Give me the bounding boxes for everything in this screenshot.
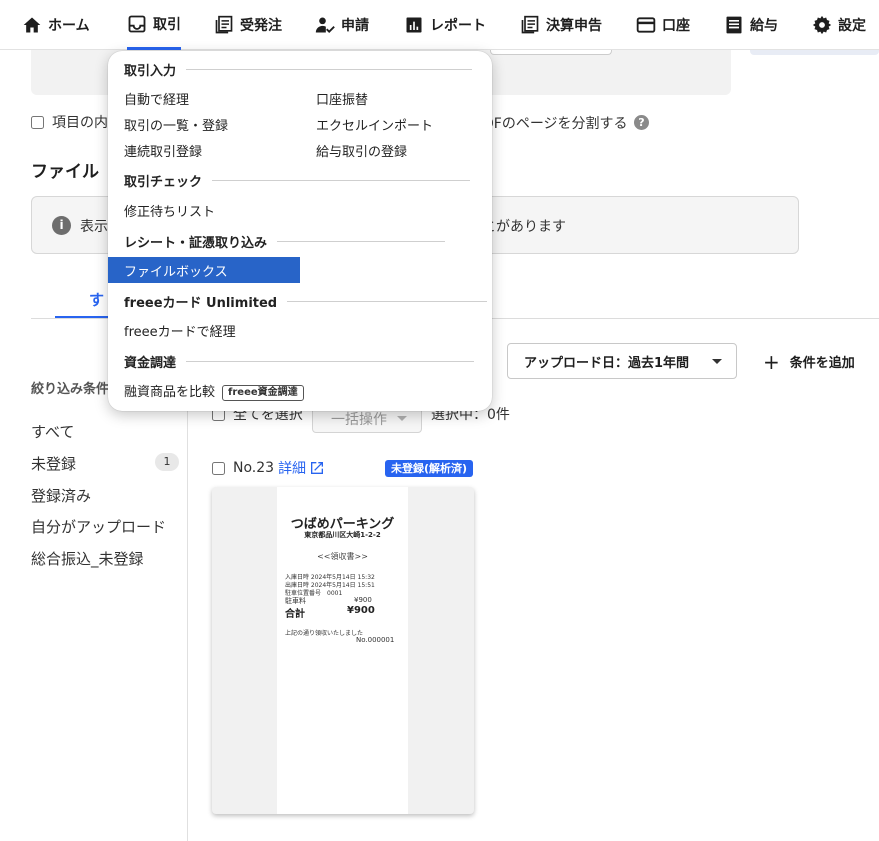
documents-icon	[520, 15, 540, 35]
file-item-header: No.23 詳細	[212, 458, 325, 478]
page-title: ファイル	[31, 162, 99, 182]
menu-section-title: 取引チェック	[124, 175, 203, 190]
nav-home-label: ホーム	[48, 18, 90, 34]
home-icon	[22, 15, 42, 35]
menu-section-deal-check: 取引チェック	[124, 171, 471, 190]
bulk-action-label: 一括操作	[331, 412, 387, 428]
nav-reports-label: レポート	[430, 18, 486, 34]
sidebar-item-my-uploads[interactable]: 自分がアップロード	[31, 516, 166, 537]
divider	[186, 361, 475, 362]
sidebar-item-all[interactable]: すべて	[31, 421, 74, 442]
receipt-address: 東京都品川区大崎1-2-2	[304, 531, 381, 539]
menu-section-deal-input: 取引入力	[124, 60, 473, 79]
upload-date-filter[interactable]: アップロード日：過去1年間	[507, 343, 737, 379]
divider	[277, 241, 446, 242]
inbox-icon	[127, 14, 147, 34]
nav-deals-label: 取引	[153, 16, 181, 33]
menu-section-title: freeeカード Unlimited	[124, 296, 278, 311]
nav-closing[interactable]: 決算申告	[520, 0, 602, 50]
receipt-fee-value: ¥900	[354, 596, 372, 604]
deals-dropdown-menu: 取引入力 自動で経理 口座振替 取引の一覧・登録 エクセルインポート 連続取引登…	[108, 51, 492, 411]
menu-item-freee-card-bookkeeping[interactable]: freeeカードで経理	[124, 321, 236, 340]
top-navigation: ホーム 取引 受発注 申請 レポート 決算申告 口座 給与 設定	[0, 0, 879, 50]
nav-requests[interactable]: 申請	[315, 0, 369, 50]
nav-payroll[interactable]: 給与	[724, 0, 778, 50]
menu-item-file-box[interactable]: ファイルボックス	[108, 257, 300, 283]
sidebar-item-registered[interactable]: 登録済み	[31, 485, 91, 506]
filter-label: 絞り込み条件	[31, 382, 108, 397]
nav-settings[interactable]: 設定	[812, 0, 866, 50]
nav-closing-label: 決算申告	[546, 18, 602, 34]
menu-item-compare-loans-label: 融資商品を比較	[124, 385, 216, 400]
receipt-number: No.000001	[356, 636, 395, 644]
nav-requests-label: 申請	[341, 18, 369, 34]
chevron-down-icon	[397, 416, 407, 421]
menu-item-fix-waiting-list[interactable]: 修正待ちリスト	[124, 201, 215, 220]
receipt-total-label: 合計	[285, 609, 305, 620]
split-pages-checkbox[interactable]	[31, 115, 44, 129]
documents-icon	[214, 15, 234, 35]
nav-accounts-label: 口座	[662, 18, 690, 34]
chevron-down-icon	[712, 359, 722, 364]
receipt-kind: <<領収書>>	[317, 552, 368, 561]
menu-section-financing: 資金調達	[124, 352, 475, 371]
menu-item-compare-loans[interactable]: 融資商品を比較 freee資金調達	[124, 381, 304, 401]
nav-payroll-label: 給与	[750, 18, 778, 34]
split-pages-label: 項目の内	[52, 115, 108, 131]
plus-icon: +	[763, 349, 780, 374]
divider	[287, 301, 488, 302]
add-condition-button[interactable]: + 条件を追加	[763, 349, 855, 374]
menu-item-excel-import[interactable]: エクセルインポート	[316, 115, 433, 134]
menu-item-account-transfer[interactable]: 口座振替	[316, 89, 368, 108]
file-detail-link[interactable]: 詳細	[278, 458, 306, 478]
menu-item-auto-bookkeeping[interactable]: 自動で経理	[124, 89, 189, 108]
menu-section-title: 取引入力	[124, 64, 177, 79]
receipt-thumbnail[interactable]: つばめパーキング 東京都品川区大崎1-2-2 <<領収書>> 入庫日時 2024…	[212, 487, 474, 814]
payslip-icon	[724, 15, 744, 35]
freee-financing-badge: freee資金調達	[222, 385, 304, 401]
divider	[186, 69, 473, 70]
upload-field-edge	[490, 50, 612, 55]
divider	[212, 180, 471, 181]
nav-settings-label: 設定	[838, 18, 866, 34]
external-link-icon[interactable]	[309, 460, 325, 476]
receipt-image: つばめパーキング 東京都品川区大崎1-2-2 <<領収書>> 入庫日時 2024…	[277, 487, 408, 814]
split-pages-label-tail: DFのページを分割する	[483, 116, 628, 132]
status-badge: 未登録(解析済)	[385, 460, 474, 477]
menu-section-receipt-import: レシート・証憑取り込み	[124, 232, 446, 251]
gear-icon	[812, 15, 832, 35]
nav-deals[interactable]: 取引	[127, 0, 181, 50]
info-icon: i	[52, 216, 71, 235]
menu-section-title: 資金調達	[124, 356, 177, 371]
menu-item-deal-list[interactable]: 取引の一覧・登録	[124, 115, 228, 134]
nav-home[interactable]: ホーム	[22, 0, 90, 50]
nav-reports[interactable]: レポート	[404, 0, 486, 50]
menu-section-freee-card: freeeカード Unlimited	[124, 292, 488, 311]
credit-card-icon	[636, 15, 656, 35]
menu-section-title: レシート・証憑取り込み	[124, 236, 268, 251]
sidebar-item-unregistered[interactable]: 未登録	[31, 453, 76, 474]
help-icon[interactable]: ?	[634, 115, 649, 130]
sidebar-item-bulk-transfer-unregistered[interactable]: 総合振込_未登録	[31, 548, 144, 569]
receipt-total-value: ¥900	[347, 605, 375, 616]
bar-chart-icon	[404, 15, 424, 35]
person-check-icon	[315, 15, 335, 35]
info-text: 表示	[80, 219, 108, 235]
upload-date-filter-label: アップロード日：過去1年間	[524, 355, 690, 371]
receipt-thanks: 上記の通り領収いたしました	[285, 630, 364, 637]
unregistered-count-badge: 1	[155, 453, 179, 471]
tab-all[interactable]: す	[55, 289, 113, 319]
nav-accounts[interactable]: 口座	[636, 0, 690, 50]
nav-orders-label: 受発注	[240, 18, 282, 34]
upload-button-edge[interactable]	[750, 50, 879, 55]
menu-item-batch-entry[interactable]: 連続取引登録	[124, 141, 202, 160]
menu-item-payroll-deal[interactable]: 給与取引の登録	[316, 141, 407, 160]
nav-orders[interactable]: 受発注	[214, 0, 282, 50]
info-text-tail: とがあります	[482, 219, 566, 235]
add-condition-label: 条件を追加	[789, 356, 855, 371]
file-item-checkbox[interactable]	[212, 461, 225, 475]
file-item-number: No.23	[233, 460, 275, 476]
